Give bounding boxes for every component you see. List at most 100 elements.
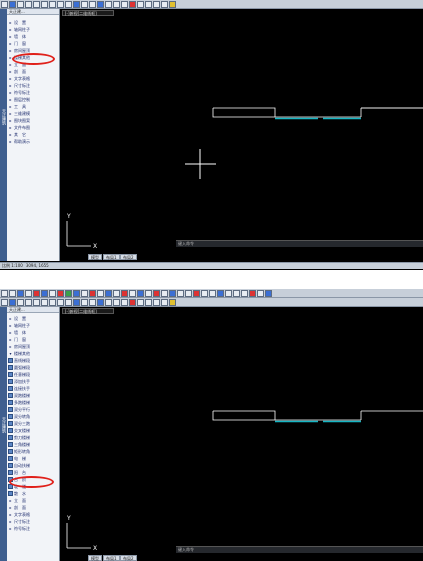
layer-control-icon[interactable] (129, 289, 136, 297)
extra-icon-2[interactable] (193, 289, 200, 297)
layer-icon[interactable] (97, 298, 104, 306)
sidebar-item[interactable]: 阳 台 (8, 469, 58, 476)
window-icon[interactable] (49, 289, 56, 297)
symbol-icon[interactable] (121, 289, 128, 297)
tab-model[interactable]: 模型 (88, 254, 102, 260)
sidebar-item[interactable]: 三角楼梯 (8, 441, 58, 448)
stair-icon[interactable] (65, 289, 72, 297)
copy-icon[interactable] (113, 298, 120, 306)
snap-icon[interactable] (17, 289, 24, 297)
tab-layout2[interactable]: 布局2 (120, 555, 137, 561)
sidebar-item[interactable]: 交叉楼梯 (8, 427, 58, 434)
sidebar-item[interactable]: ▸ 工 具 (8, 103, 58, 110)
sidebar-item[interactable]: ▸ 设 置 (8, 315, 58, 322)
pan-icon[interactable] (161, 0, 168, 8)
print-icon[interactable] (25, 298, 32, 306)
pencil-icon[interactable] (137, 0, 144, 8)
drawing-canvas[interactable]: Y X (61, 9, 423, 261)
sidebar-vertical-tab[interactable]: 天正建筑 (0, 9, 7, 261)
sidebar-item[interactable]: ▸ 图层控制 (8, 96, 58, 103)
move-icon[interactable] (105, 0, 112, 8)
sidebar-item[interactable]: ▸ 图块图案 (8, 117, 58, 124)
sidebar-item[interactable]: 矩形转角 (8, 448, 58, 455)
extra-icon-4[interactable] (209, 289, 216, 297)
model3d-icon[interactable] (145, 289, 152, 297)
sidebar-item[interactable]: 多跑楼梯 (8, 399, 58, 406)
rectangle-icon[interactable] (73, 298, 80, 306)
redo-icon[interactable] (41, 0, 48, 8)
mirror-icon[interactable] (121, 0, 128, 8)
text-icon[interactable] (105, 289, 112, 297)
sidebar-item[interactable]: ▸ 其 它 (8, 131, 58, 138)
arc-icon[interactable] (65, 298, 72, 306)
erase-icon[interactable] (129, 298, 136, 306)
sidebar-item[interactable]: 任意梯段 (8, 371, 58, 378)
tab-layout1[interactable]: 布局1 (103, 254, 120, 260)
sidebar-item[interactable]: ▸ 设 置 (8, 19, 58, 26)
sidebar-item[interactable]: 直线梯段 (8, 357, 58, 364)
properties-icon[interactable] (169, 298, 176, 306)
sidebar-item[interactable]: ▸ 文字表格 (8, 511, 58, 518)
wall-icon[interactable] (33, 289, 40, 297)
column-icon[interactable] (57, 289, 64, 297)
sidebar-item[interactable]: 圆弧梯段 (8, 364, 58, 371)
sidebar-item[interactable]: ▸ 墙 体 (8, 329, 58, 336)
sidebar-item[interactable]: ▸ 尺寸标注 (8, 518, 58, 525)
tab-model[interactable]: 模型 (88, 555, 102, 561)
line-icon[interactable] (49, 0, 56, 8)
sidebar-item[interactable]: ▸ 尺寸标注 (8, 82, 58, 89)
roof-icon[interactable] (81, 289, 88, 297)
extra-icon-10[interactable] (257, 289, 264, 297)
tool-icon[interactable] (137, 289, 144, 297)
pan-icon[interactable] (161, 298, 168, 306)
extra-icon-7[interactable] (233, 289, 240, 297)
help-icon[interactable] (177, 289, 184, 297)
undo-icon[interactable] (33, 0, 40, 8)
sidebar-item[interactable]: ▸ 轴网柱子 (8, 322, 58, 329)
move-icon[interactable] (105, 298, 112, 306)
extra-icon-6[interactable] (225, 289, 232, 297)
ortho-icon[interactable] (25, 289, 32, 297)
sidebar-item[interactable]: 双跑楼梯 (8, 392, 58, 399)
properties-icon[interactable] (169, 0, 176, 8)
extra-icon-1[interactable] (185, 289, 192, 297)
sidebar-item[interactable]: ▸ 文字表格 (8, 75, 58, 82)
erase-icon[interactable] (129, 0, 136, 8)
hatch-icon[interactable] (89, 0, 96, 8)
sidebar-item[interactable]: ▸ 剖 面 (8, 504, 58, 511)
sidebar-item[interactable]: ▸ 轴网柱子 (8, 26, 58, 33)
tab-layout1[interactable]: 布局1 (103, 555, 120, 561)
section-icon[interactable] (97, 289, 104, 297)
sidebar-item[interactable]: 电 梯 (8, 455, 58, 462)
sidebar-item[interactable]: ▸ 立 面 (8, 497, 58, 504)
measure-icon[interactable] (145, 0, 152, 8)
sidebar-item[interactable]: ▸ 三维建模 (8, 110, 58, 117)
sidebar-item[interactable]: ▾ 楼梯其他 (8, 350, 58, 357)
copy-icon[interactable] (113, 0, 120, 8)
redo-icon[interactable] (41, 298, 48, 306)
extra-icon-11[interactable] (265, 289, 272, 297)
block-icon[interactable] (153, 289, 160, 297)
extra-icon-3[interactable] (201, 289, 208, 297)
rectangle-icon[interactable] (73, 0, 80, 8)
sidebar-item[interactable]: 自动扶梯 (8, 462, 58, 469)
circle-icon[interactable] (81, 0, 88, 8)
command-line[interactable]: 键入命令 (176, 240, 423, 247)
elevation-icon[interactable] (89, 289, 96, 297)
line-icon[interactable] (49, 298, 56, 306)
sidebar-item[interactable]: ▸ 文件布图 (8, 124, 58, 131)
file-layout-icon[interactable] (161, 289, 168, 297)
grid-icon[interactable] (9, 289, 16, 297)
tab-layout2[interactable]: 布局2 (120, 254, 137, 260)
sidebar-item[interactable]: ▸ 帮助演示 (8, 138, 58, 145)
zoom-icon[interactable] (153, 0, 160, 8)
sidebar-item[interactable]: ▸ 门 窗 (8, 40, 58, 47)
sidebar-item[interactable]: 剪刀楼梯 (8, 434, 58, 441)
circle-icon[interactable] (81, 298, 88, 306)
save-icon[interactable] (17, 0, 24, 8)
sidebar-item[interactable]: ▸ 墙 体 (8, 33, 58, 40)
extra-icon-5[interactable] (217, 289, 224, 297)
room-icon[interactable] (73, 289, 80, 297)
polyline-icon[interactable] (57, 0, 64, 8)
sidebar-item[interactable]: 双分平行 (8, 406, 58, 413)
